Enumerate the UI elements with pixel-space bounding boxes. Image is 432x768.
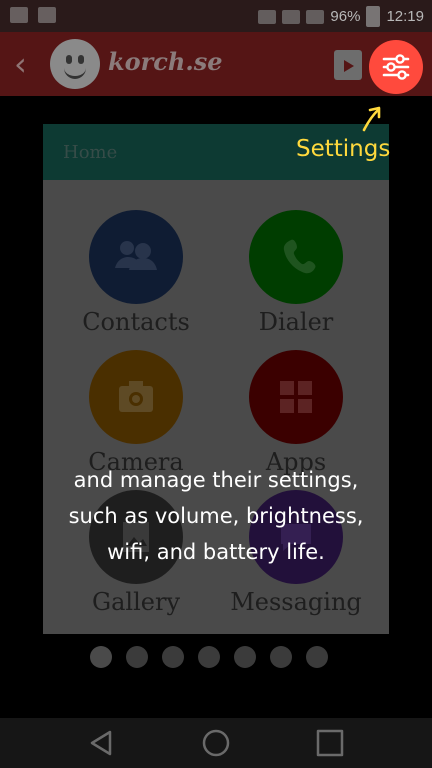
signal-icon [306, 9, 325, 24]
page-indicator [90, 646, 328, 668]
smiley-logo-icon [50, 39, 100, 89]
tutorial-message: and manage their settings, such as volum… [30, 462, 402, 570]
clock: 12:19 [386, 8, 424, 25]
page-dot[interactable] [90, 646, 112, 668]
tutorial-line: wifi, and battery life. [107, 540, 325, 564]
page-dot[interactable] [126, 646, 148, 668]
download-notification-icon [38, 7, 56, 23]
tutorial-line: such as volume, brightness, [68, 504, 364, 528]
panel-title: Home [63, 142, 118, 163]
contacts-icon [89, 210, 183, 304]
square-recents-icon [316, 729, 344, 757]
app-label: Messaging [230, 588, 362, 616]
app-label: Gallery [91, 588, 181, 616]
sim-icon [282, 9, 301, 24]
tutorial-line: and manage their settings, [73, 468, 359, 492]
back-nav-button[interactable] [86, 728, 118, 758]
home-nav-button[interactable] [200, 728, 232, 758]
battery-icon [366, 6, 381, 27]
app-label: Contacts [82, 308, 190, 336]
pointer-arrow-icon [362, 106, 381, 132]
app-label: Dialer [258, 308, 334, 336]
app-tile-contacts[interactable]: Contacts [56, 210, 216, 336]
status-bar: 96% 12:19 [0, 0, 432, 32]
app-tile-camera[interactable]: Camera [56, 350, 216, 476]
app-title: korch.se [108, 47, 223, 76]
phone-icon [249, 210, 343, 304]
notification-icons [10, 7, 56, 23]
triangle-back-icon [90, 730, 112, 756]
settings-button[interactable] [369, 40, 423, 94]
page-dot[interactable] [306, 646, 328, 668]
page-dot[interactable] [162, 646, 184, 668]
play-store-icon[interactable] [334, 50, 362, 80]
settings-hint-label: Settings [296, 136, 391, 162]
wifi-icon [258, 9, 277, 24]
image-notification-icon [10, 7, 28, 23]
grid-icon [249, 350, 343, 444]
circle-home-icon [202, 729, 230, 757]
page-dot[interactable] [198, 646, 220, 668]
back-button[interactable]: ‹ [14, 48, 27, 80]
system-indicators: 96% 12:19 [258, 6, 424, 27]
navigation-bar [0, 718, 432, 768]
sliders-icon [382, 54, 410, 80]
app-tile-dialer[interactable]: Dialer [216, 210, 376, 336]
app-bar: ‹ korch.se [0, 32, 432, 96]
recents-nav-button[interactable] [314, 728, 346, 758]
page-dot[interactable] [270, 646, 292, 668]
camera-icon [89, 350, 183, 444]
app-tile-apps[interactable]: Apps [216, 350, 376, 476]
battery-percent: 96% [330, 8, 361, 25]
page-dot[interactable] [234, 646, 256, 668]
home-screen: Home Contacts Dialer Camera Apps Gallery… [0, 96, 432, 718]
